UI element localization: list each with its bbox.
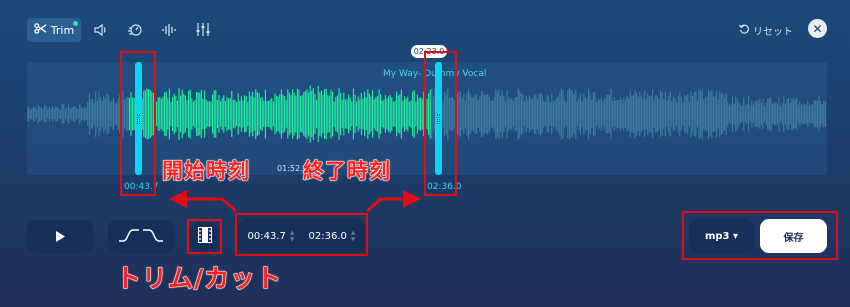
start-time-value: 00:43.7 — [247, 230, 286, 242]
fade-out-icon[interactable] — [143, 227, 163, 246]
play-icon — [55, 227, 65, 246]
play-button[interactable] — [27, 220, 93, 253]
end-time-value: 02:36.0 — [308, 230, 347, 242]
start-time-field[interactable]: 00:43.7 ▲ ▼ — [248, 229, 295, 243]
end-arrow — [366, 190, 421, 213]
end-time-stepper[interactable]: ▲ ▼ — [351, 229, 356, 243]
end-time-field[interactable]: 02:36.0 ▲ ▼ — [309, 229, 356, 243]
format-select[interactable]: mp3 ▾ — [689, 219, 754, 253]
trim-cut-icon — [197, 226, 212, 247]
start-time-stepper[interactable]: ▲ ▼ — [290, 229, 295, 243]
start-arrow — [169, 190, 237, 213]
trim-cut-button[interactable] — [190, 222, 219, 251]
time-inputs: 00:43.7 ▲ ▼ 02:36.0 ▲ ▼ — [238, 219, 365, 253]
fade-in-icon[interactable] — [119, 227, 139, 246]
fade-controls — [108, 220, 174, 253]
annotation-arrows — [169, 190, 421, 213]
save-button[interactable]: 保存 — [760, 219, 827, 253]
